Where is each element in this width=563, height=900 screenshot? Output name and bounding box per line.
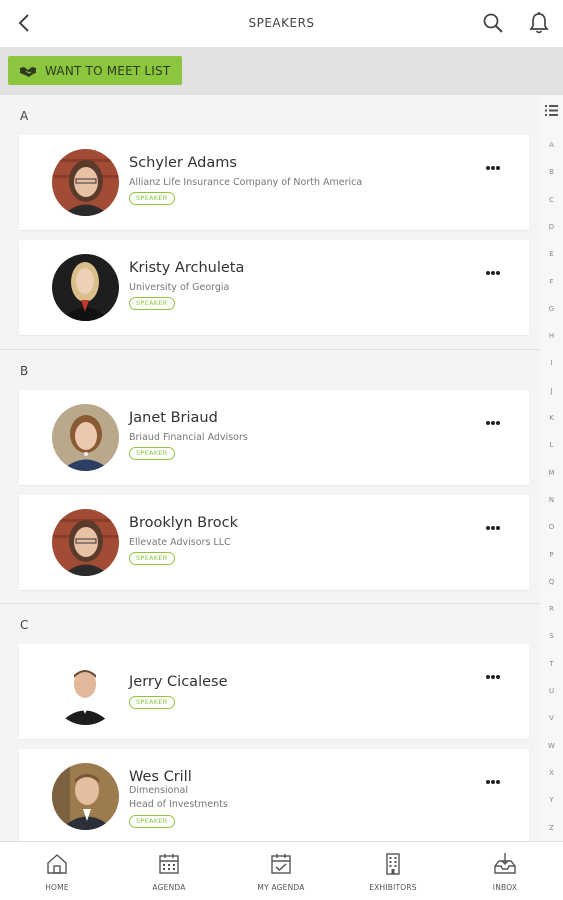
index-letter-s[interactable]: S: [540, 632, 563, 640]
index-letter-w[interactable]: W: [540, 742, 563, 750]
speaker-name: Brooklyn Brock: [129, 515, 238, 531]
index-letter-y[interactable]: Y: [540, 796, 563, 804]
index-letter-v[interactable]: V: [540, 714, 563, 722]
index-letter-o[interactable]: O: [540, 523, 563, 531]
index-letter-h[interactable]: H: [540, 332, 563, 340]
index-letter-n[interactable]: N: [540, 496, 563, 504]
alphabet-index[interactable]: A B C D E F G H I J K L M N O P Q R S T U V W X Y Z: [540, 95, 563, 841]
more-options-icon[interactable]: [485, 779, 501, 785]
speaker-card-schyler-adams[interactable]: Schyler Adams Allianz Life Insurance Com…: [19, 135, 529, 230]
index-letter-e[interactable]: E: [540, 250, 563, 258]
calendar-icon: [159, 854, 179, 874]
index-letter-r[interactable]: R: [540, 605, 563, 613]
speaker-badge: SPEAKER: [129, 696, 175, 709]
section-header-c: C: [0, 604, 540, 644]
index-letter-q[interactable]: Q: [540, 578, 563, 586]
index-letter-p[interactable]: P: [540, 551, 563, 559]
index-letter-m[interactable]: M: [540, 469, 563, 477]
inbox-icon: [494, 853, 516, 874]
more-options-icon[interactable]: [485, 525, 501, 531]
bell-icon[interactable]: [528, 11, 550, 35]
want-to-meet-list-button[interactable]: WANT TO MEET LIST: [8, 56, 182, 85]
speaker-badge: SPEAKER: [129, 552, 175, 565]
speaker-name: Jerry Cicalese: [129, 674, 228, 690]
index-letter-f[interactable]: F: [540, 278, 563, 286]
index-letter-i[interactable]: I: [540, 359, 563, 367]
speaker-name: Schyler Adams: [129, 155, 237, 171]
tab-home[interactable]: HOME: [1, 842, 113, 900]
index-letter-d[interactable]: D: [540, 223, 563, 231]
section-letter: B: [20, 364, 29, 378]
avatar: [52, 254, 119, 321]
section-letter: A: [20, 109, 29, 123]
top-app-bar: SPEAKERS: [0, 0, 563, 47]
tab-label: AGENDA: [152, 883, 186, 892]
speaker-card-kristy-archuleta[interactable]: Kristy Archuleta University of Georgia S…: [19, 240, 529, 335]
home-icon: [47, 854, 67, 874]
list-icon[interactable]: [545, 105, 558, 116]
avatar: [52, 658, 119, 725]
index-letter-b[interactable]: B: [540, 168, 563, 176]
index-letter-u[interactable]: U: [540, 687, 563, 695]
speaker-organization: Allianz Life Insurance Company of North …: [129, 177, 363, 188]
index-letter-c[interactable]: C: [540, 196, 563, 204]
avatar: [52, 149, 119, 216]
section-header-b: B: [0, 350, 540, 390]
more-options-icon[interactable]: [485, 165, 501, 171]
speaker-list[interactable]: A Schyler Adams Allianz Life Insurance C…: [0, 95, 540, 841]
speaker-badge: SPEAKER: [129, 815, 175, 828]
tab-inbox[interactable]: INBOX: [449, 842, 561, 900]
avatar: [52, 509, 119, 576]
speaker-job-title: Head of Investments: [129, 799, 228, 810]
speaker-badge: SPEAKER: [129, 297, 175, 310]
speaker-organization: University of Georgia: [129, 282, 230, 293]
avatar: [52, 404, 119, 471]
search-icon[interactable]: [482, 12, 504, 34]
tab-label: HOME: [45, 883, 69, 892]
page-title: SPEAKERS: [248, 16, 315, 30]
section-letter: C: [20, 618, 29, 632]
tab-label: MY AGENDA: [257, 883, 305, 892]
more-options-icon[interactable]: [485, 270, 501, 276]
section-header-a: A: [0, 95, 540, 135]
speaker-organization: Ellevate Advisors LLC: [129, 537, 231, 548]
tab-label: EXHIBITORS: [369, 883, 417, 892]
avatar: [52, 763, 119, 830]
index-letter-a[interactable]: A: [540, 141, 563, 149]
index-letter-l[interactable]: L: [540, 441, 563, 449]
index-letter-z[interactable]: Z: [540, 824, 563, 832]
speaker-badge: SPEAKER: [129, 192, 175, 205]
more-options-icon[interactable]: [485, 420, 501, 426]
speaker-name: Kristy Archuleta: [129, 260, 245, 276]
speaker-organization: Dimensional: [129, 785, 188, 796]
speaker-card-jerry-cicalese[interactable]: Jerry Cicalese SPEAKER: [19, 644, 529, 739]
speaker-card-janet-briaud[interactable]: Janet Briaud Briaud Financial Advisors S…: [19, 390, 529, 485]
want-to-meet-label: WANT TO MEET LIST: [45, 63, 171, 78]
index-letter-t[interactable]: T: [540, 660, 563, 668]
tab-my-agenda[interactable]: MY AGENDA: [225, 842, 337, 900]
speaker-name: Wes Crill: [129, 769, 192, 785]
speaker-organization: Briaud Financial Advisors: [129, 432, 248, 443]
building-icon: [386, 853, 400, 875]
more-options-icon[interactable]: [485, 674, 501, 680]
calendar-check-icon: [271, 854, 291, 874]
toolbar: WANT TO MEET LIST: [0, 47, 563, 95]
speaker-card-brooklyn-brock[interactable]: Brooklyn Brock Ellevate Advisors LLC SPE…: [19, 495, 529, 590]
handshake-icon: [20, 66, 36, 77]
speaker-card-wes-crill[interactable]: Wes Crill Dimensional Head of Investment…: [19, 749, 529, 841]
index-letter-x[interactable]: X: [540, 769, 563, 777]
speaker-name: Janet Briaud: [129, 410, 218, 426]
tab-agenda[interactable]: AGENDA: [113, 842, 225, 900]
bottom-navigation: HOME AGENDA MY AGENDA EXHIBITORS INBOX: [0, 841, 563, 900]
speaker-badge: SPEAKER: [129, 447, 175, 460]
index-letter-j[interactable]: J: [540, 387, 563, 395]
tab-exhibitors[interactable]: EXHIBITORS: [337, 842, 449, 900]
tab-label: INBOX: [492, 883, 518, 892]
index-letter-k[interactable]: K: [540, 414, 563, 422]
index-letter-g[interactable]: G: [540, 305, 563, 313]
